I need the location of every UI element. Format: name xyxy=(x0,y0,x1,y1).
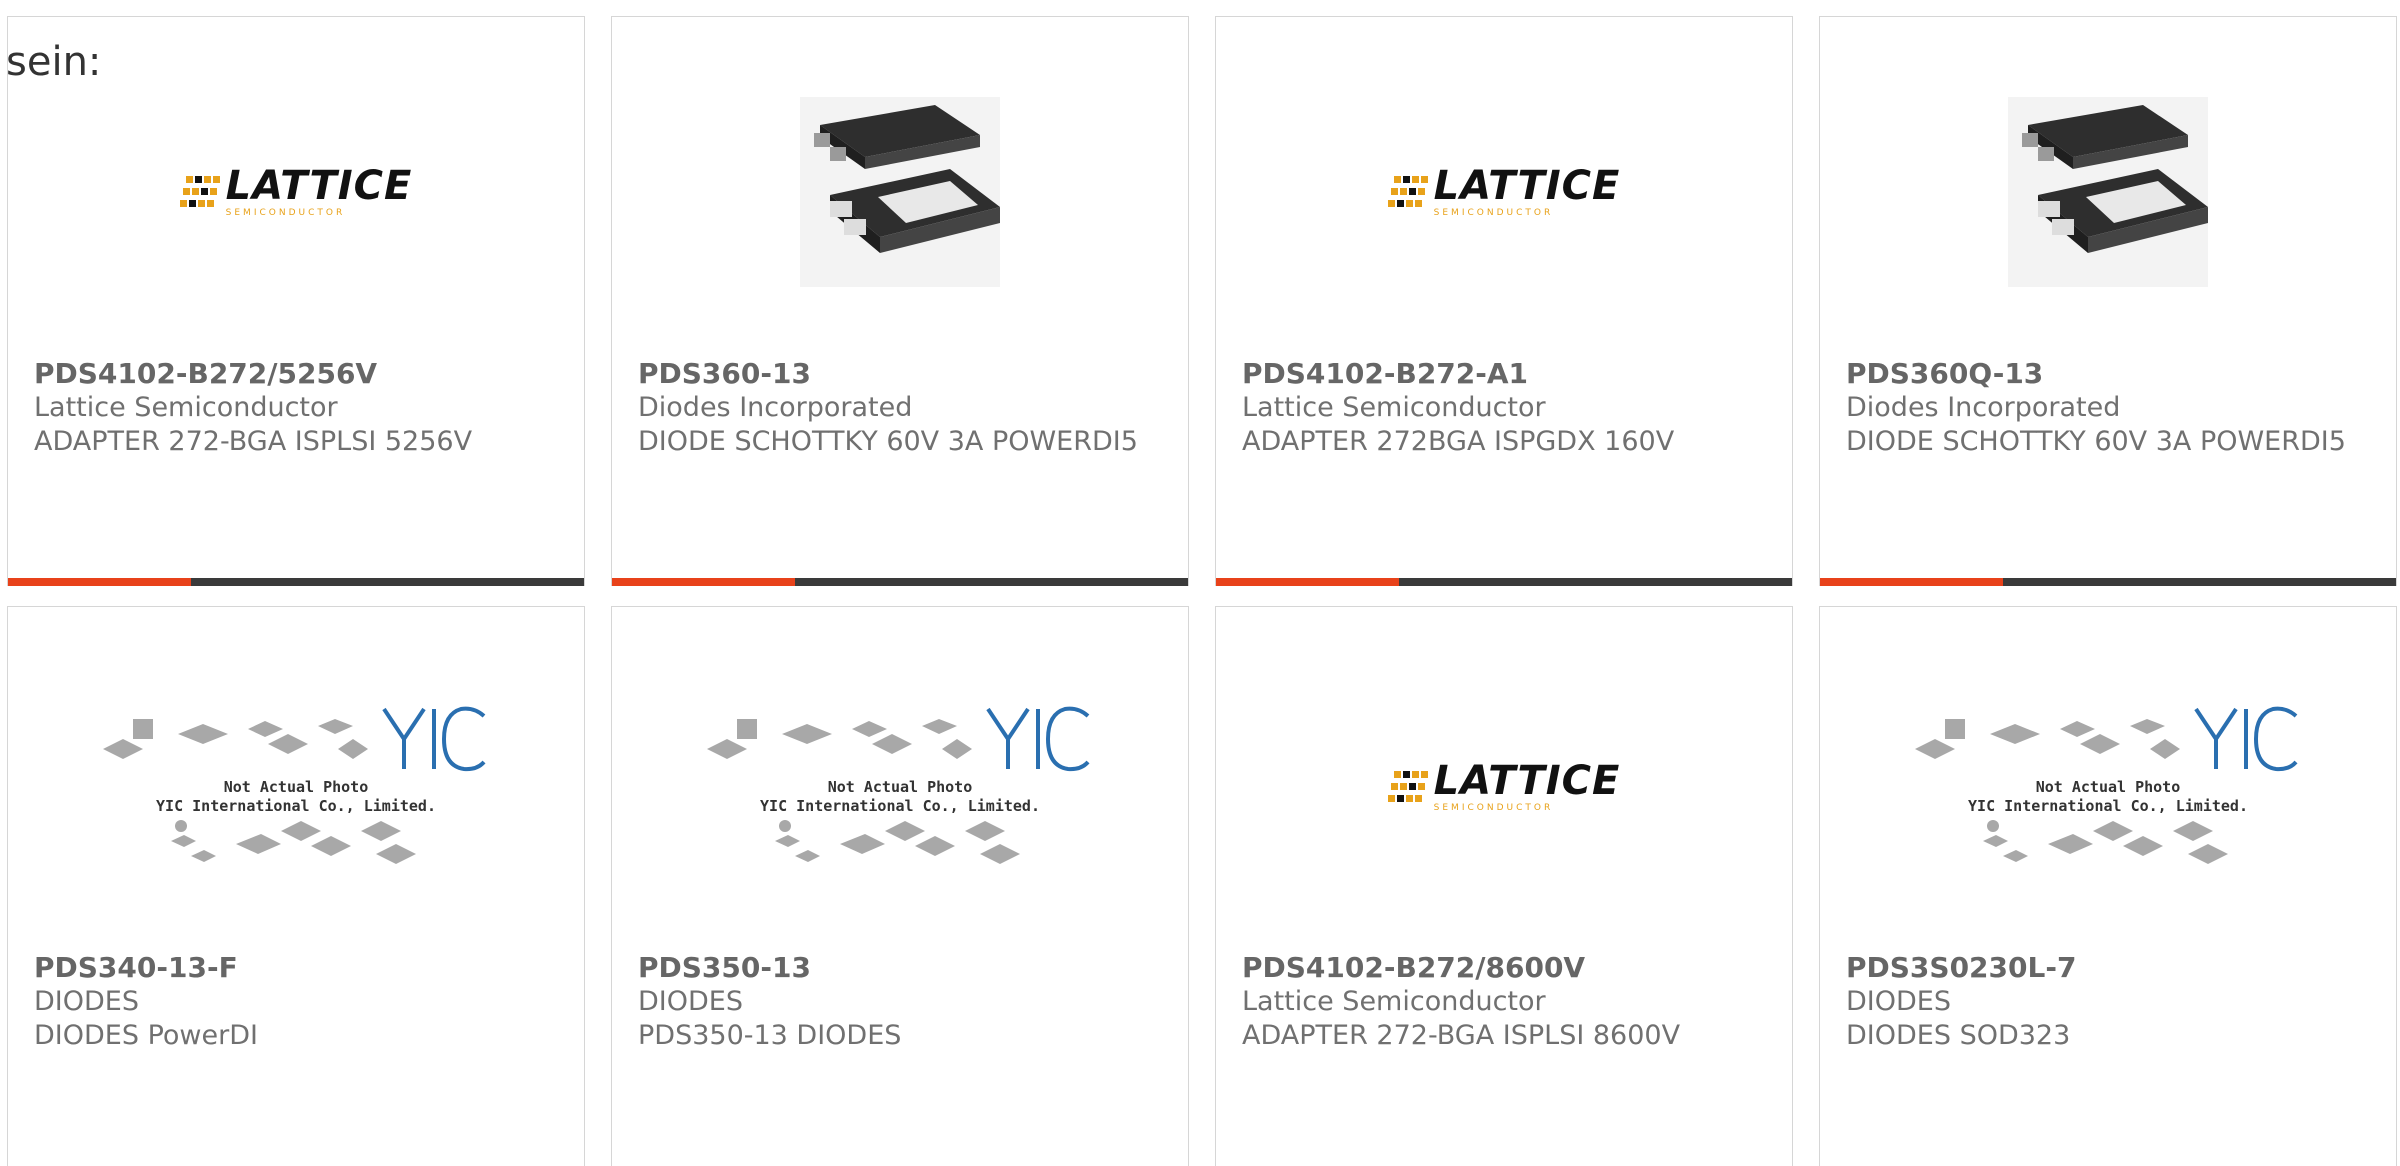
product-card[interactable]: PDS360Q-13 Diodes Incorporated DIODE SCH… xyxy=(1819,16,2397,586)
yic-logo-icon xyxy=(2193,706,2298,772)
product-image: LATTICE SEMICONDUCTOR xyxy=(1216,77,1792,307)
product-info: PDS4102-B272/5256V Lattice Semiconductor… xyxy=(34,357,564,459)
product-image: Not Actual Photo YIC International Co., … xyxy=(8,657,584,917)
part-number[interactable]: PDS4102-B272-A1 xyxy=(1242,357,1772,391)
yic-placeholder-image: Not Actual Photo YIC International Co., … xyxy=(1915,704,2300,870)
photo-disclaimer: Not Actual Photo xyxy=(223,778,369,796)
section-heading: sein: xyxy=(6,39,102,85)
product-info: PDS3S0230L-7 DIODES DIODES SOD323 xyxy=(1846,951,2376,1053)
part-number[interactable]: PDS340-13-F xyxy=(34,951,564,985)
description: DIODE SCHOTTKY 60V 3A POWERDI5 xyxy=(1846,426,2346,457)
description: ADAPTER 272-BGA ISPLSI 8600V xyxy=(1242,1020,1681,1051)
description: DIODES PowerDI xyxy=(34,1020,258,1051)
product-image xyxy=(612,77,1188,307)
part-number[interactable]: PDS3S0230L-7 xyxy=(1846,951,2376,985)
part-number[interactable]: PDS4102-B272/5256V xyxy=(34,357,564,391)
description: ADAPTER 272-BGA ISPLSI 5256V xyxy=(34,426,473,457)
part-number[interactable]: PDS360Q-13 xyxy=(1846,357,2376,391)
description: DIODE SCHOTTKY 60V 3A POWERDI5 xyxy=(638,426,1138,457)
lattice-logo: LATTICE SEMICONDUCTOR xyxy=(1387,166,1621,218)
chip-packages-icon xyxy=(171,820,416,864)
manufacturer: Lattice Semiconductor xyxy=(1242,392,1546,423)
part-number[interactable]: PDS4102-B272/8600V xyxy=(1242,951,1772,985)
chip-packages-icon xyxy=(1915,719,2181,759)
product-card[interactable]: LATTICE SEMICONDUCTOR PDS4102-B272/5256V… xyxy=(7,16,585,586)
product-info: PDS360-13 Diodes Incorporated DIODE SCHO… xyxy=(638,357,1168,459)
lattice-grid-icon xyxy=(1387,771,1428,802)
manufacturer: Diodes Incorporated xyxy=(1846,392,2121,423)
photo-disclaimer: Not Actual Photo xyxy=(827,778,973,796)
manufacturer: Lattice Semiconductor xyxy=(1242,986,1546,1017)
company-name: YIC International Co., Limited. xyxy=(1968,797,2248,815)
product-card[interactable]: Not Actual Photo YIC International Co., … xyxy=(7,606,585,1166)
yic-placeholder-image: Not Actual Photo YIC International Co., … xyxy=(707,704,1092,870)
card-accent-bar xyxy=(612,578,1188,586)
yic-logo-icon xyxy=(381,706,486,772)
company-name: YIC International Co., Limited. xyxy=(760,797,1040,815)
card-accent-bar xyxy=(8,578,584,586)
product-info: PDS360Q-13 Diodes Incorporated DIODE SCH… xyxy=(1846,357,2376,459)
part-number[interactable]: PDS360-13 xyxy=(638,357,1168,391)
product-card[interactable]: LATTICE SEMICONDUCTOR PDS4102-B272/8600V… xyxy=(1215,606,1793,1166)
lattice-logo: LATTICE SEMICONDUCTOR xyxy=(179,166,413,218)
product-card[interactable]: LATTICE SEMICONDUCTOR PDS4102-B272-A1 La… xyxy=(1215,16,1793,586)
company-name: YIC International Co., Limited. xyxy=(156,797,436,815)
product-image: Not Actual Photo YIC International Co., … xyxy=(1820,657,2396,917)
product-card[interactable]: PDS360-13 Diodes Incorporated DIODE SCHO… xyxy=(611,16,1189,586)
part-number[interactable]: PDS350-13 xyxy=(638,951,1168,985)
product-info: PDS4102-B272/8600V Lattice Semiconductor… xyxy=(1242,951,1772,1053)
product-image: LATTICE SEMICONDUCTOR xyxy=(1216,657,1792,917)
product-image: LATTICE SEMICONDUCTOR xyxy=(8,77,584,307)
lattice-grid-icon xyxy=(1387,176,1428,207)
manufacturer: DIODES xyxy=(1846,986,1951,1017)
product-image xyxy=(1820,77,2396,307)
chip-packages-icon xyxy=(1983,820,2228,864)
powerdi5-package-icon xyxy=(2008,97,2208,287)
description: ADAPTER 272BGA ISPGDX 160V xyxy=(1242,426,1675,457)
chip-packages-icon xyxy=(103,719,369,759)
product-info: PDS4102-B272-A1 Lattice Semiconductor AD… xyxy=(1242,357,1772,459)
manufacturer: Diodes Incorporated xyxy=(638,392,913,423)
manufacturer: Lattice Semiconductor xyxy=(34,392,338,423)
yic-placeholder-image: Not Actual Photo YIC International Co., … xyxy=(103,704,488,870)
powerdi5-package-icon xyxy=(800,97,1000,287)
chip-packages-icon xyxy=(775,820,1020,864)
description: DIODES SOD323 xyxy=(1846,1020,2071,1051)
photo-disclaimer: Not Actual Photo xyxy=(2035,778,2181,796)
product-card[interactable]: Not Actual Photo YIC International Co., … xyxy=(1819,606,2397,1166)
card-accent-bar xyxy=(1820,578,2396,586)
product-grid: LATTICE SEMICONDUCTOR PDS4102-B272/5256V… xyxy=(0,0,2400,1166)
yic-logo-icon xyxy=(985,706,1090,772)
description: PDS350-13 DIODES xyxy=(638,1020,902,1051)
product-card[interactable]: Not Actual Photo YIC International Co., … xyxy=(611,606,1189,1166)
product-info: PDS350-13 DIODES PDS350-13 DIODES xyxy=(638,951,1168,1053)
lattice-logo: LATTICE SEMICONDUCTOR xyxy=(1387,761,1621,813)
manufacturer: DIODES xyxy=(34,986,139,1017)
product-info: PDS340-13-F DIODES DIODES PowerDI xyxy=(34,951,564,1053)
product-image: Not Actual Photo YIC International Co., … xyxy=(612,657,1188,917)
card-accent-bar xyxy=(1216,578,1792,586)
lattice-grid-icon xyxy=(179,176,220,207)
manufacturer: DIODES xyxy=(638,986,743,1017)
chip-packages-icon xyxy=(707,719,973,759)
